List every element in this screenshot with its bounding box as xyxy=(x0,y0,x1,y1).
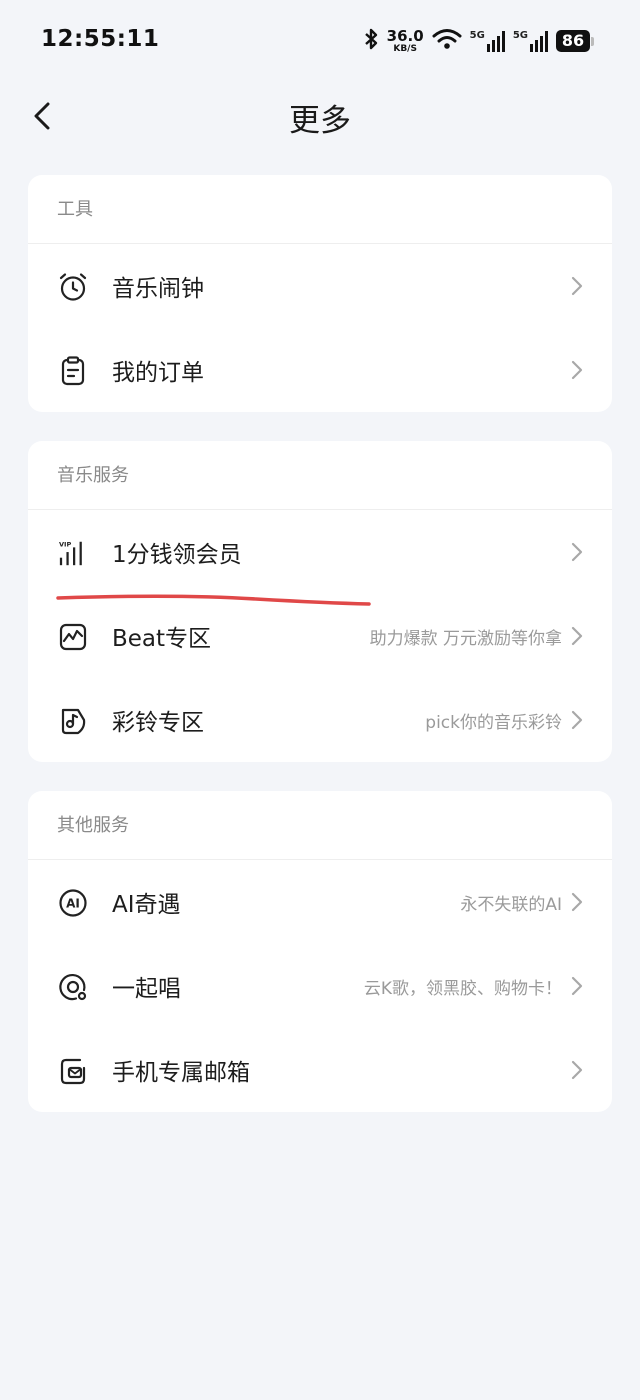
section-header: 音乐服务 xyxy=(28,441,612,510)
menu-item-sing-together[interactable]: 一起唱 云K歌，领黑胶、购物卡！ xyxy=(28,944,612,1028)
menu-item-label: 一起唱 xyxy=(112,976,181,1002)
chevron-right-icon xyxy=(571,1060,583,1080)
menu-item-ringtone-zone[interactable]: 彩铃专区 pick你的音乐彩铃 xyxy=(28,678,612,762)
signal-label: 5G xyxy=(512,30,528,41)
menu-item-label: AI奇遇 xyxy=(112,892,181,918)
wifi-icon xyxy=(432,28,462,54)
battery-indicator: 86 xyxy=(556,30,594,52)
red-underline-annotation xyxy=(56,594,371,606)
menu-item-vip-offer[interactable]: VIP 1分钱领会员 xyxy=(28,510,612,594)
menu-item-label: Beat专区 xyxy=(112,626,212,652)
chevron-right-icon xyxy=(571,626,583,646)
chevron-right-icon xyxy=(571,542,583,562)
cellular-signal-icon: 5G xyxy=(470,30,505,52)
menu-item-subtitle: 永不失联的AI xyxy=(460,895,562,915)
svg-text:AI: AI xyxy=(66,897,80,911)
network-speed-value: 36.0 xyxy=(386,26,424,45)
signal-label: 5G xyxy=(469,30,485,41)
alarm-clock-icon xyxy=(58,272,88,302)
ai-circle-icon: AI xyxy=(58,888,88,918)
section-header: 工具 xyxy=(28,175,612,244)
menu-item-subtitle: 云K歌，领黑胶、购物卡！ xyxy=(363,979,562,999)
chevron-right-icon xyxy=(571,892,583,912)
chevron-right-icon xyxy=(571,276,583,296)
page-title: 更多 xyxy=(289,103,351,139)
svg-text:VIP: VIP xyxy=(59,540,72,548)
menu-item-subtitle: pick你的音乐彩铃 xyxy=(425,713,562,733)
chevron-right-icon xyxy=(571,360,583,380)
menu-item-label: 彩铃专区 xyxy=(112,710,204,736)
status-bar: 12:55:11 36.0 KB/S 5G 5G 86 xyxy=(0,0,640,80)
sing-together-icon xyxy=(58,972,88,1002)
wave-chart-icon xyxy=(58,622,88,652)
battery-level: 86 xyxy=(556,30,590,52)
menu-item-phone-mailbox[interactable]: 手机专属邮箱 xyxy=(28,1028,612,1112)
section-header: 其他服务 xyxy=(28,791,612,860)
nav-bar: 更多 xyxy=(0,80,640,152)
network-speed: 36.0 KB/S xyxy=(386,26,424,54)
menu-item-ai-encounter[interactable]: AI AI奇遇 永不失联的AI xyxy=(28,860,612,944)
menu-item-label: 手机专属邮箱 xyxy=(112,1060,250,1086)
menu-item-music-alarm[interactable]: 音乐闹钟 xyxy=(28,244,612,328)
section-tools: 工具 音乐闹钟 我的订单 xyxy=(28,175,612,412)
menu-item-label: 音乐闹钟 xyxy=(112,276,204,302)
vip-bars-icon: VIP xyxy=(58,538,88,568)
network-speed-unit: KB/S xyxy=(393,43,417,54)
status-icons: 36.0 KB/S 5G 5G 86 xyxy=(363,24,594,58)
chevron-right-icon xyxy=(571,710,583,730)
menu-item-label: 我的订单 xyxy=(112,360,204,386)
mailbox-icon xyxy=(58,1056,88,1086)
ringtone-note-icon xyxy=(58,706,88,736)
chevron-right-icon xyxy=(571,976,583,996)
cellular-signal-icon: 5G xyxy=(513,30,548,52)
clipboard-icon xyxy=(58,356,88,386)
bluetooth-icon xyxy=(363,27,379,55)
menu-item-subtitle: 助力爆款 万元激励等你拿 xyxy=(369,629,562,649)
menu-item-my-orders[interactable]: 我的订单 xyxy=(28,328,612,412)
status-time: 12:55:11 xyxy=(41,26,160,52)
section-other-services: 其他服务 AI AI奇遇 永不失联的AI 一起唱 云K歌，领黑胶、购物卡！ 手机… xyxy=(28,791,612,1112)
menu-item-label: 1分钱领会员 xyxy=(112,542,242,568)
